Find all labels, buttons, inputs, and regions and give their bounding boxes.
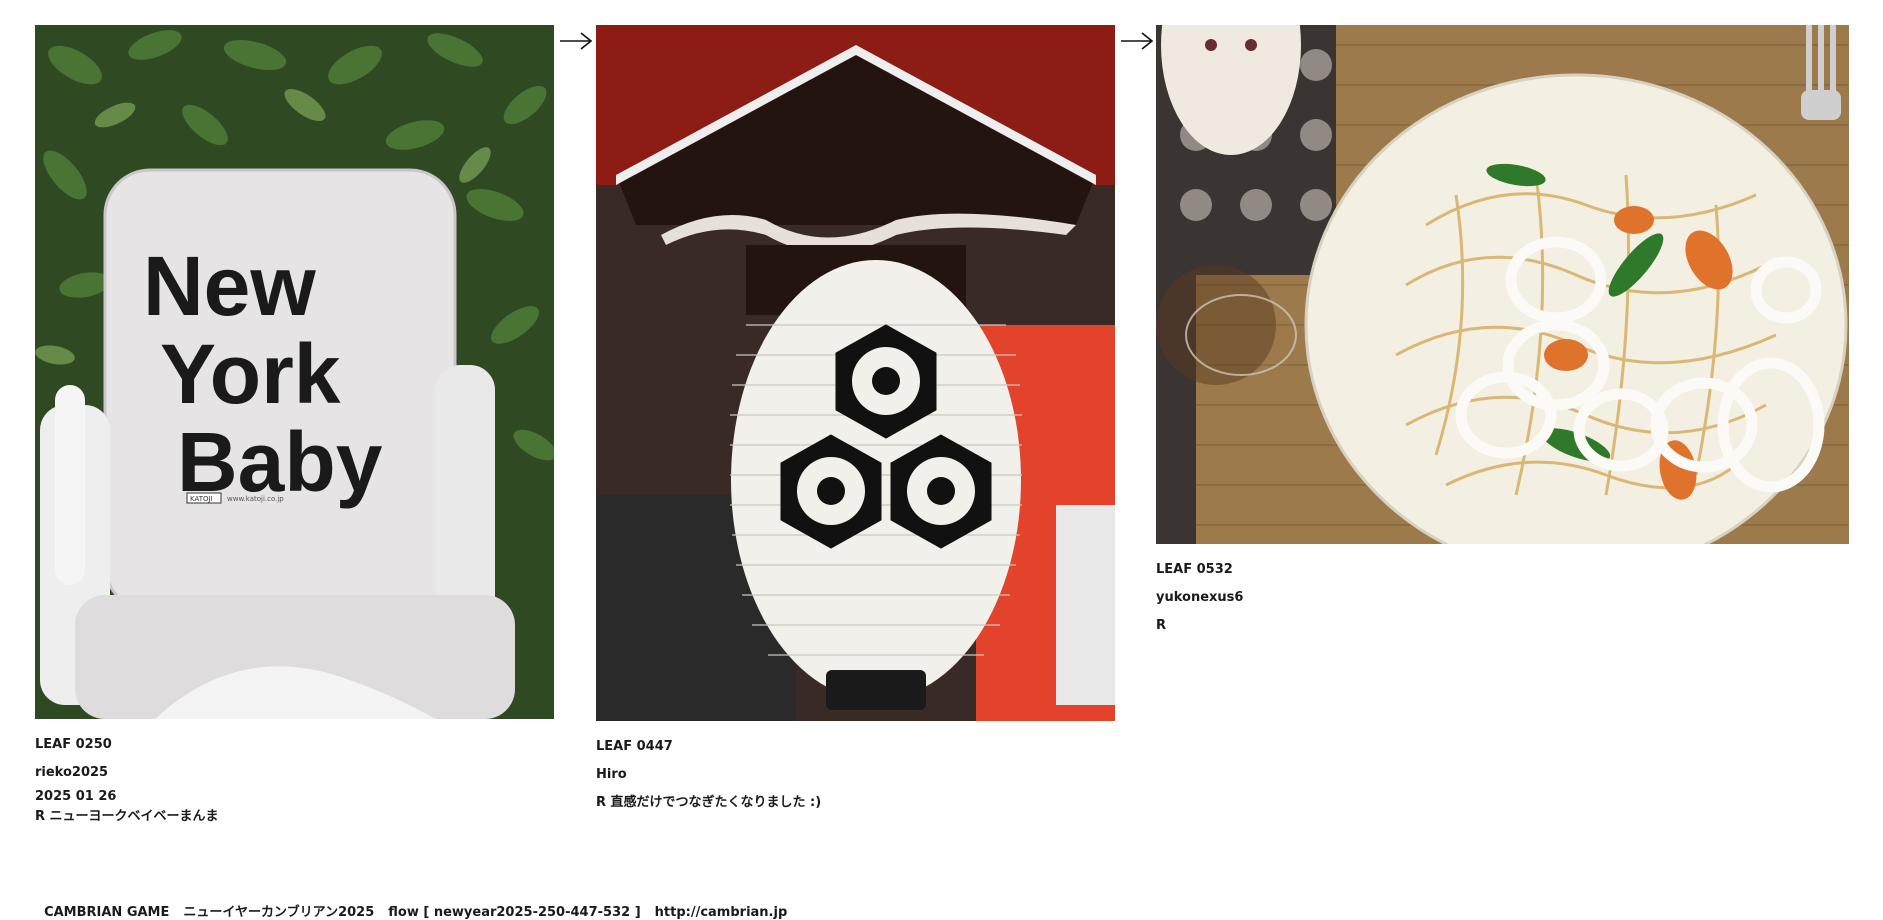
leaf-caption-0250: LEAF 0250 rieko2025 2025 01 26 R ニューヨークベ… <box>35 731 554 827</box>
photo-text-line-2: York <box>160 327 341 421</box>
leaf-user[interactable]: rieko2025 <box>35 759 554 787</box>
leaf-photo-0447[interactable] <box>596 25 1115 721</box>
leaf-user[interactable]: yukonexus6 <box>1156 584 1849 612</box>
baby-chair-photo: New York Baby KATOJI www.katoji.co.jp <box>35 25 554 719</box>
footer-url-link[interactable]: http://cambrian.jp <box>655 905 788 920</box>
leaf-card-0532: LEAF 0532 yukonexus6 R <box>1156 25 1849 640</box>
leaf-card-0447: LEAF 0447 Hiro R 直感だけでつなぎたくなりました :) <box>596 25 1115 817</box>
leaf-photo-0250[interactable]: New York Baby KATOJI www.katoji.co.jp <box>35 25 554 719</box>
leaf-caption-0447: LEAF 0447 Hiro R 直感だけでつなぎたくなりました :) <box>596 733 1115 817</box>
leaf-comment: R ニューヨークベイベーまんま <box>35 809 219 824</box>
leaf-user[interactable]: Hiro <box>596 761 1115 789</box>
leaf-card-0250: New York Baby KATOJI www.katoji.co.jp LE… <box>35 25 554 827</box>
pasta-photo <box>1156 25 1849 544</box>
right-arrow-icon <box>560 32 593 50</box>
leaf-photo-0532[interactable] <box>1156 25 1849 544</box>
page-footer: CAMBRIAN GAME ニューイヤーカンブリアン2025 flow [ newy… <box>35 886 787 920</box>
leaf-id[interactable]: LEAF 0447 <box>596 733 1115 761</box>
leaf-date: 2025 01 26 <box>35 789 117 804</box>
leaf-comment: R <box>1156 618 1167 633</box>
leaf-id[interactable]: LEAF 0250 <box>35 731 554 759</box>
footer-title: ニューイヤーカンブリアン2025 <box>183 905 375 920</box>
right-arrow-icon <box>1121 32 1154 50</box>
photo-text-line-1: New <box>143 239 316 333</box>
leaf-caption-0532: LEAF 0532 yukonexus6 R <box>1156 556 1849 640</box>
lantern-photo <box>596 25 1115 721</box>
footer-game-name: CAMBRIAN GAME <box>44 905 170 920</box>
leaf-comment: R 直感だけでつなぎたくなりました :) <box>596 795 822 810</box>
photo-brand: KATOJI <box>190 495 213 503</box>
photo-url: www.katoji.co.jp <box>227 495 284 503</box>
footer-flow: flow [ newyear2025-250-447-532 ] <box>388 905 641 920</box>
leaf-id[interactable]: LEAF 0532 <box>1156 556 1849 584</box>
